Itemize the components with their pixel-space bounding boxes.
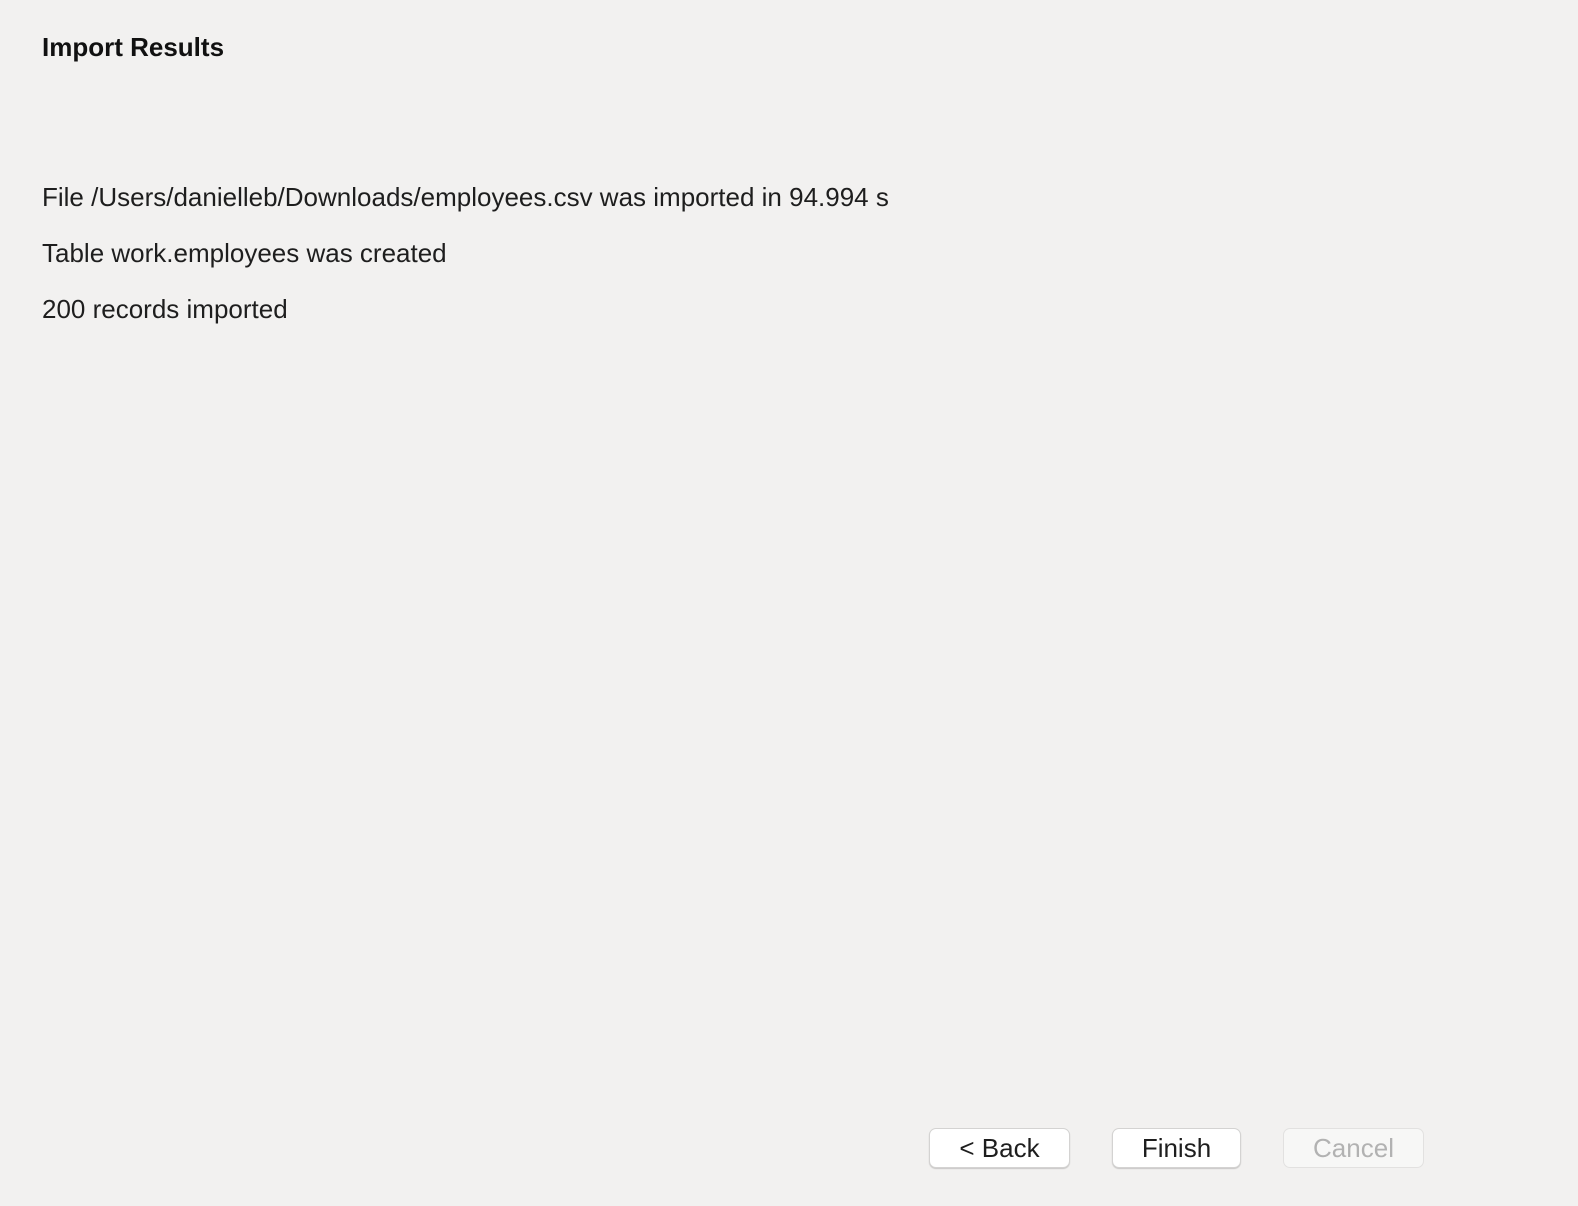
table-created-result: Table work.employees was created (42, 238, 447, 268)
cancel-button: Cancel (1283, 1128, 1424, 1168)
import-results-page: Import Results File /Users/danielleb/Dow… (0, 0, 1578, 1206)
import-file-result: File /Users/danielleb/Downloads/employee… (42, 182, 889, 212)
back-button[interactable]: < Back (929, 1128, 1070, 1168)
page-title: Import Results (42, 32, 225, 62)
records-imported-result: 200 records imported (42, 294, 288, 324)
results-list: File /Users/danielleb/Downloads/employee… (42, 180, 889, 348)
finish-button[interactable]: Finish (1112, 1128, 1241, 1168)
